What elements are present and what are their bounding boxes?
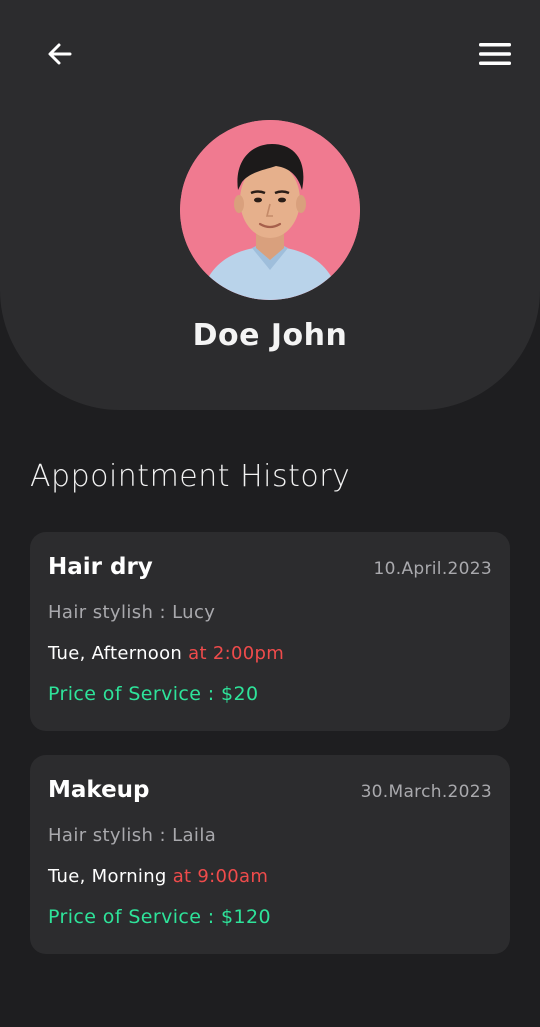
day-time-label: Tue, Morning (48, 866, 167, 887)
menu-button[interactable] (471, 30, 519, 78)
appointment-time: Tue, Afternoon at 2:00pm (48, 643, 284, 664)
avatar (180, 120, 360, 300)
service-price: Price of Service : $120 (48, 906, 271, 928)
service-name: Hair dry (48, 554, 153, 580)
appointment-card[interactable]: Hair dry 10.April.2023 Hair stylish : Lu… (30, 532, 510, 731)
profile-name: Doe John (192, 318, 348, 353)
hamburger-menu-icon (479, 43, 511, 65)
appointment-date: 10.April.2023 (373, 559, 492, 579)
at-time-label: at 2:00pm (188, 643, 285, 664)
stylist-label: Hair stylish : Laila (48, 825, 217, 846)
profile-screen: Doe John Appointment History Hair dry 10… (0, 0, 540, 1027)
day-time-label: Tue, Afternoon (48, 643, 183, 664)
service-price: Price of Service : $20 (48, 683, 259, 705)
appointment-date: 30.March.2023 (360, 782, 492, 802)
profile-header: Doe John (0, 0, 540, 410)
stylist-label: Hair stylish : Lucy (48, 602, 216, 623)
appointment-card[interactable]: Makeup 30.March.2023 Hair stylish : Lail… (30, 755, 510, 954)
user-portrait-icon (180, 120, 360, 300)
section-title: Appointment History (30, 459, 351, 494)
arrow-left-icon (48, 43, 72, 65)
back-button[interactable] (36, 30, 84, 78)
at-time-label: at 9:00am (172, 866, 269, 887)
service-name: Makeup (48, 777, 150, 803)
appointment-time: Tue, Morning at 9:00am (48, 866, 268, 887)
